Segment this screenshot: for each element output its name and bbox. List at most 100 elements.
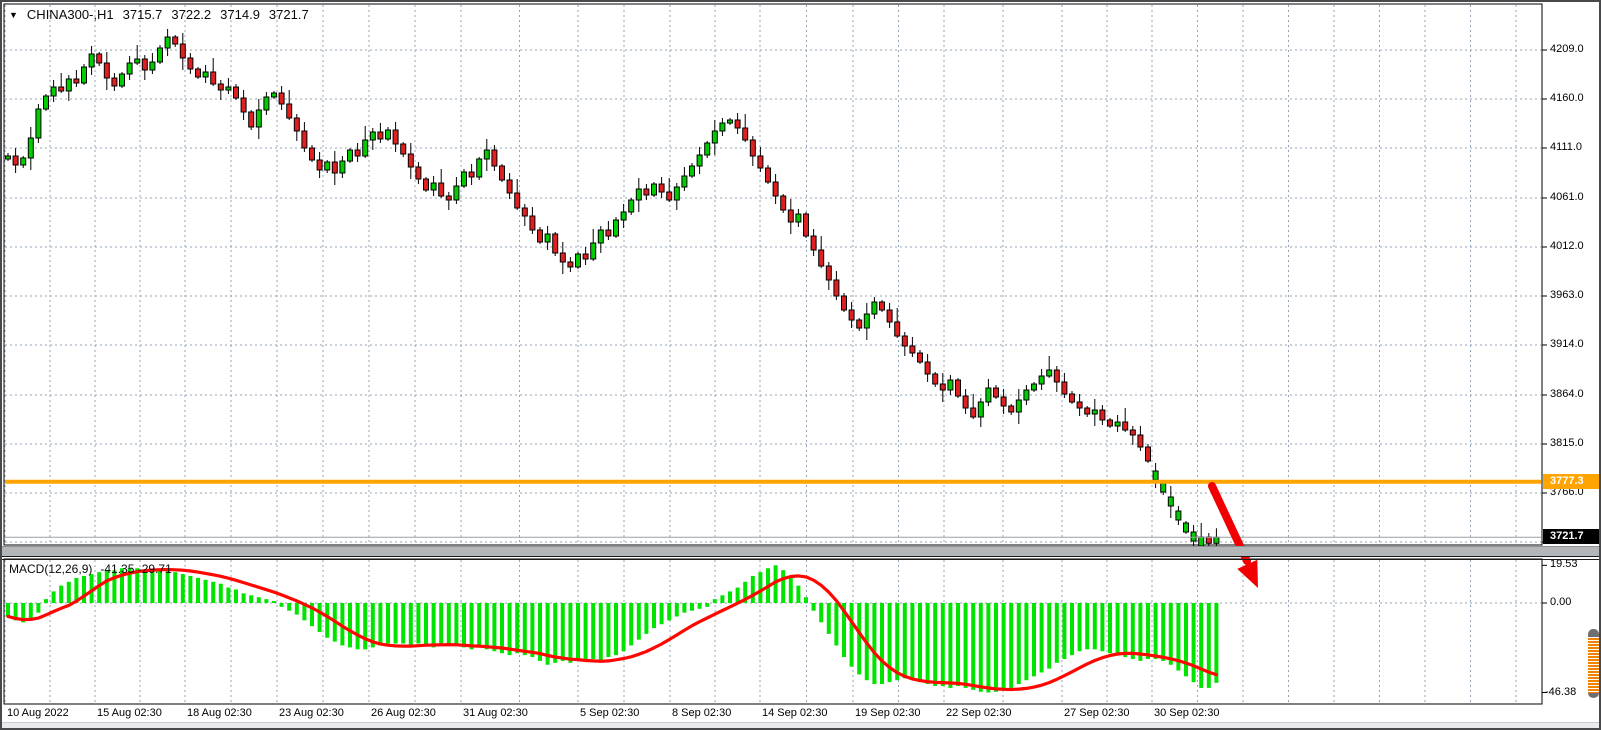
candle-body [978,402,983,417]
candle-body [553,234,558,253]
candle-body [279,93,284,104]
candle-body [1191,532,1196,541]
time-axis-label: 14 Sep 02:30 [762,707,827,720]
macd-histogram-bar [903,603,907,678]
candle-body [864,314,869,328]
candle-body [378,132,383,139]
macd-histogram-bar [439,603,443,645]
candle-body [925,362,930,374]
candle-body [1100,410,1105,420]
candle-body [887,310,892,322]
macd-histogram-bar [1009,603,1013,688]
candle-body [363,140,368,156]
candle-body [1153,471,1158,480]
macd-histogram-bar [1040,603,1044,672]
macd-histogram-bar [812,603,816,611]
macd-histogram-bar [432,603,436,647]
macd-histogram-bar [1138,603,1142,661]
macd-histogram-bar [698,603,702,609]
candle-body [340,161,345,173]
candle-body [994,388,999,397]
macd-histogram-bar [834,603,838,645]
candle-body [530,216,535,230]
candle-body [826,266,831,280]
macd-histogram-bar [857,603,861,674]
candle-body [1077,402,1082,408]
macd-histogram-bar [1131,603,1135,659]
macd-histogram-bar [1146,603,1150,659]
macd-histogram-bar [614,603,618,655]
candle-body [568,262,573,267]
candle-body [712,131,717,143]
scrollbar-thumb[interactable] [1588,629,1599,698]
symbol-dropdown-icon[interactable]: ▼ [9,10,18,20]
macd-values: -41.35 -29.71 [100,562,171,576]
macd-histogram-bar [485,603,489,649]
candle-body [735,120,740,128]
candle-body [112,78,117,86]
candle-body [439,183,444,196]
macd-histogram-bar [1062,603,1066,659]
symbol-name: CHINA300-,H1 [27,7,114,22]
candle-body [165,37,170,48]
macd-histogram-bar [1085,603,1089,649]
candle-body [948,380,953,390]
candle-body [1016,400,1021,412]
candle-body [614,220,619,236]
candle-body [446,196,451,200]
candle-body [1009,406,1014,412]
macd-histogram-bar [926,603,930,684]
candle-body [1001,397,1006,406]
candle-body [424,179,429,190]
candle-body [811,236,816,250]
time-axis-label: 22 Sep 02:30 [946,707,1011,720]
candle-body [956,380,961,396]
macd-histogram-bar [796,586,800,603]
candle-body [697,155,702,166]
macd-histogram-bar [181,574,185,603]
macd-histogram-bar [447,603,451,644]
candle-body [21,158,26,165]
candle-body [431,183,436,190]
macd-indicator-label: MACD(12,26,9) -41.35 -29.71 [9,562,172,576]
macd-axis-label: 19.53 [1550,558,1578,571]
time-axis-label: 30 Sep 02:30 [1154,707,1219,720]
main-pane-border [4,4,1542,545]
macd-histogram-bar [660,603,664,624]
candle-body [401,144,406,154]
candle-body [89,54,94,67]
candle-body [135,59,140,63]
candle-body [743,128,748,140]
candle-body [1108,420,1113,426]
macd-histogram-bar [652,603,656,628]
time-axis-label: 19 Sep 02:30 [855,707,920,720]
candle-body [59,87,64,91]
ohlc-low: 3714.9 [220,7,260,22]
candle-body [1146,447,1151,461]
price-axis-label: 4012.0 [1550,240,1584,253]
macd-histogram-bar [576,603,580,659]
macd-histogram-bar [249,595,253,603]
macd-histogram-bar [705,603,709,607]
pane-divider-line [0,556,1601,557]
candle-body [659,184,664,192]
candle-body [241,98,246,112]
candle-body [1199,537,1204,546]
candle-body [621,212,626,220]
candle-body [393,130,398,144]
macd-histogram-bar [173,572,177,603]
macd-histogram-bar [1002,603,1006,690]
macd-histogram-bar [1100,603,1104,651]
candle-body [674,187,679,200]
candle-body [940,384,945,390]
macd-histogram-bar [728,591,732,603]
time-axis-label: 31 Aug 02:30 [463,707,528,720]
ohlc-high: 3722.2 [171,7,211,22]
chart-canvas[interactable] [0,0,1601,730]
candle-body [910,346,915,353]
time-axis-label: 10 Aug 2022 [7,707,69,720]
macd-histogram-bar [272,601,276,603]
candle-body [317,160,322,170]
bid-price-badge: 3721.7 [1543,529,1601,544]
macd-histogram-bar [226,588,230,603]
